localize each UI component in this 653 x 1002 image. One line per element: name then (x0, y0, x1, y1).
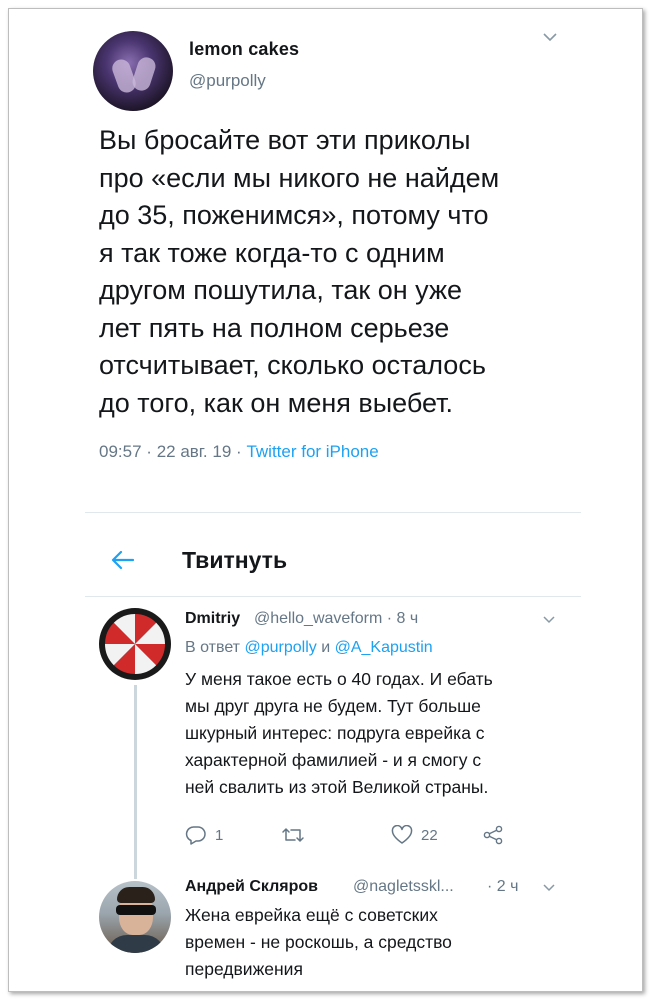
tweet-date: 22 авг. 19 (156, 442, 232, 461)
separator: · (146, 442, 152, 461)
handle-text[interactable]: @hello_waveform (254, 610, 382, 627)
avatar[interactable] (99, 608, 171, 680)
reply-count: 1 (215, 826, 224, 844)
reply-age: 2 ч (496, 878, 519, 895)
tweet-source-link[interactable]: Twitter for iPhone (246, 442, 378, 461)
handle-text[interactable]: @nagletsskl... (353, 878, 454, 895)
heart-icon (391, 825, 413, 845)
chevron-down-icon[interactable] (543, 884, 555, 892)
mention-link[interactable]: @purpolly (244, 639, 316, 656)
reply-text: Жена еврейка ещё с советских времен - не… (185, 905, 452, 979)
reply-text: У меня такое есть о 40 годах. И ебать мы… (185, 669, 493, 797)
reply-time: · 2 ч (487, 878, 518, 896)
tweet-meta: 09:57 · 22 авг. 19 · Twitter for iPhone (99, 442, 379, 462)
arrow-left-icon[interactable] (109, 546, 137, 574)
page-title: Твитнуть (182, 547, 288, 573)
reply-prefix: В ответ (185, 639, 241, 656)
reply-and: и (321, 639, 331, 656)
reply-action[interactable]: 1 (185, 825, 223, 845)
comment-icon (185, 825, 207, 845)
divider (85, 512, 581, 513)
reply-author-handle[interactable]: @hello_waveform · 8 ч (254, 610, 418, 628)
tweet-text: Вы бросайте вот эти приколы про «если мы… (99, 125, 500, 418)
tweet-time: 09:57 (99, 442, 142, 461)
separator: · (487, 878, 493, 895)
reply-author-handle[interactable]: @nagletsskl... (353, 878, 454, 896)
like-action[interactable]: 22 (391, 825, 438, 845)
reply-author-name[interactable]: Андрей Скляров (185, 878, 318, 896)
chevron-down-icon[interactable] (543, 33, 557, 42)
share-icon (482, 825, 504, 845)
separator: · (236, 442, 242, 461)
separator: · (386, 610, 393, 627)
author-name[interactable]: lemon cakes (189, 39, 299, 60)
thread-line (134, 685, 137, 879)
reply-to-line: В ответ @purpolly и @A_Kapustin (185, 639, 433, 657)
reply-author-name[interactable]: Dmitriy (185, 610, 240, 628)
chevron-down-icon[interactable] (543, 616, 555, 624)
retweet-icon (281, 825, 305, 845)
share-action[interactable] (482, 825, 504, 845)
author-handle[interactable]: @purpolly (189, 71, 266, 91)
divider (85, 596, 581, 597)
like-count: 22 (421, 826, 438, 844)
avatar[interactable] (93, 31, 173, 111)
avatar[interactable] (99, 881, 171, 953)
retweet-action[interactable] (281, 825, 313, 845)
screenshot-frame: lemon cakes @purpolly Вы бросайте вот эт… (8, 8, 643, 992)
mention-link[interactable]: @A_Kapustin (335, 639, 433, 656)
reply-age: 8 ч (396, 610, 419, 627)
